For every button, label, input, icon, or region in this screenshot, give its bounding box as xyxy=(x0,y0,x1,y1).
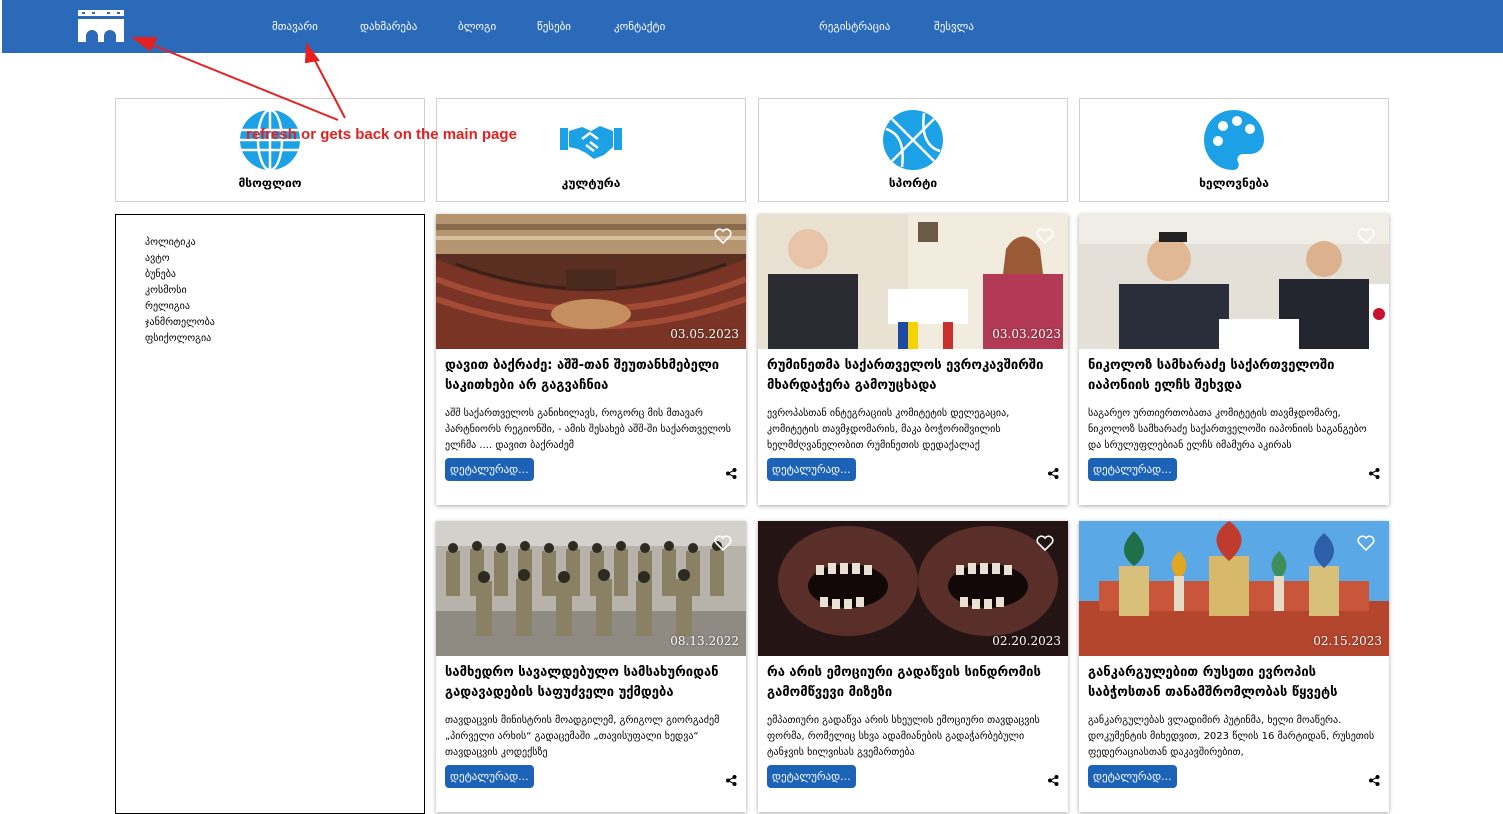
card-date: 02.20.2023 xyxy=(992,634,1061,648)
card-excerpt: საგარეო ურთიერთობათა კომიტეტის თავმჯდომა… xyxy=(1088,408,1367,451)
card-excerpt: აშშ საქართველოს განიხილავს, როგორც მის მ… xyxy=(445,408,731,451)
nav-link-register[interactable]: რეგისტრაცია xyxy=(819,20,890,33)
card-title[interactable]: დავით ბაქრაძე: აშშ-თან შეუთანხმებელი საკ… xyxy=(445,356,740,396)
nav-link-help[interactable]: დახმარება xyxy=(360,20,417,33)
card-title[interactable]: ნიკოლოზ სამხარაძე საქართველოში იაპონიის … xyxy=(1088,356,1383,396)
handshake-icon xyxy=(560,109,622,171)
news-card: 03.05.2023 დავით ბაქრაძე: აშშ-თან შეუთან… xyxy=(436,214,746,505)
sidebar-item-auto[interactable]: ავტო xyxy=(145,251,424,267)
card-date: 08.13.2022 xyxy=(670,634,739,648)
heart-icon[interactable] xyxy=(1357,535,1375,552)
sidebar-item-politics[interactable]: პოლიტიკა xyxy=(145,235,424,251)
category-world[interactable]: მსოფლიო xyxy=(115,98,425,202)
details-button[interactable]: დეტალურად... xyxy=(767,765,856,788)
heart-icon[interactable] xyxy=(714,535,732,552)
card-date: 03.05.2023 xyxy=(670,327,739,341)
card-excerpt: განკარგულებას ვლადიმირ პუტინმა, ხელი მოა… xyxy=(1088,715,1375,758)
heart-icon[interactable] xyxy=(1036,535,1054,552)
nav-link-home[interactable]: მთავარი xyxy=(272,20,318,33)
share-icon[interactable] xyxy=(1048,771,1059,786)
sidebar-item-nature[interactable]: ბუნება xyxy=(145,267,424,283)
news-card: 08.13.2022 სამხედრო სავალდებულო სამსახურ… xyxy=(436,521,746,812)
card-excerpt: ევროპასთან ინტეგრაციის კომიტეტის დელეგაც… xyxy=(767,408,1010,451)
heart-icon[interactable] xyxy=(1357,228,1375,245)
share-icon[interactable] xyxy=(726,771,737,786)
bridge-icon[interactable] xyxy=(78,8,124,42)
card-image[interactable] xyxy=(1079,214,1389,349)
card-title[interactable]: რუმინეთმა საქართველოს ევროკავშირში მხარდ… xyxy=(767,356,1062,396)
nav-link-contact[interactable]: კონტაქტი xyxy=(614,20,665,33)
details-button[interactable]: დეტალურად... xyxy=(767,458,856,481)
card-excerpt: ემპათიური გადაწვა არის სხეულის ემოციური … xyxy=(767,715,1040,758)
nav-link-rules[interactable]: წესები xyxy=(537,20,571,33)
news-card: 02.20.2023 რა არის ემოციური გადაწვის სინ… xyxy=(758,521,1068,812)
sidebar-item-psychology[interactable]: ფსიქოლოგია xyxy=(145,331,424,347)
category-label: კულტურა xyxy=(561,176,621,190)
heart-icon[interactable] xyxy=(714,228,732,245)
category-label: სპორტი xyxy=(888,176,938,190)
category-label: ხელოვნება xyxy=(1199,176,1269,190)
category-art[interactable]: ხელოვნება xyxy=(1079,98,1389,202)
sidebar-item-health[interactable]: ჯანმრთელობა xyxy=(145,315,424,331)
card-date: 02.15.2023 xyxy=(1313,634,1382,648)
category-culture[interactable]: კულტურა xyxy=(436,98,746,202)
top-navbar: მთავარი დახმარება ბლოგი წესები კონტაქტი … xyxy=(2,0,1503,53)
details-button[interactable]: დეტალურად... xyxy=(1088,458,1177,481)
card-title[interactable]: რა არის ემოციური გადაწვის სინდრომის გამო… xyxy=(767,663,1062,703)
card-excerpt: თავდაცვის მინისტრის მოადგილემ, გრიგოლ გი… xyxy=(445,715,720,758)
nav-link-blog[interactable]: ბლოგი xyxy=(458,20,496,33)
details-button[interactable]: დეტალურად... xyxy=(445,458,534,481)
annotation-text: refresh or gets back on the main page xyxy=(246,126,517,143)
share-icon[interactable] xyxy=(1048,464,1059,479)
category-label: მსოფლიო xyxy=(238,176,302,190)
category-sport[interactable]: სპორტი xyxy=(758,98,1068,202)
nav-link-login[interactable]: შესვლა xyxy=(934,20,974,33)
card-title[interactable]: სამხედრო სავალდებულო სამსახურიდან გადავა… xyxy=(445,663,740,703)
news-card: ნიკოლოზ სამხარაძე საქართველოში იაპონიის … xyxy=(1079,214,1389,505)
share-icon[interactable] xyxy=(726,464,737,479)
basketball-icon xyxy=(882,109,944,171)
news-card: 03.03.2023 რუმინეთმა საქართველოს ევროკავ… xyxy=(758,214,1068,505)
sidebar-subcategories: პოლიტიკა ავტო ბუნება კოსმოსი რელიგია ჯან… xyxy=(115,214,425,814)
card-title[interactable]: განკარგულებით რუსეთი ევროპის საბჭოსთან თ… xyxy=(1088,663,1383,703)
card-date: 03.03.2023 xyxy=(992,327,1061,341)
sidebar-item-religion[interactable]: რელიგია xyxy=(145,299,424,315)
palette-icon xyxy=(1203,109,1265,171)
sidebar-item-space[interactable]: კოსმოსი xyxy=(145,283,424,299)
share-icon[interactable] xyxy=(1369,464,1380,479)
heart-icon[interactable] xyxy=(1036,228,1054,245)
details-button[interactable]: დეტალურად... xyxy=(1088,765,1177,788)
details-button[interactable]: დეტალურად... xyxy=(445,765,534,788)
news-card: 02.15.2023 განკარგულებით რუსეთი ევროპის … xyxy=(1079,521,1389,812)
share-icon[interactable] xyxy=(1369,771,1380,786)
